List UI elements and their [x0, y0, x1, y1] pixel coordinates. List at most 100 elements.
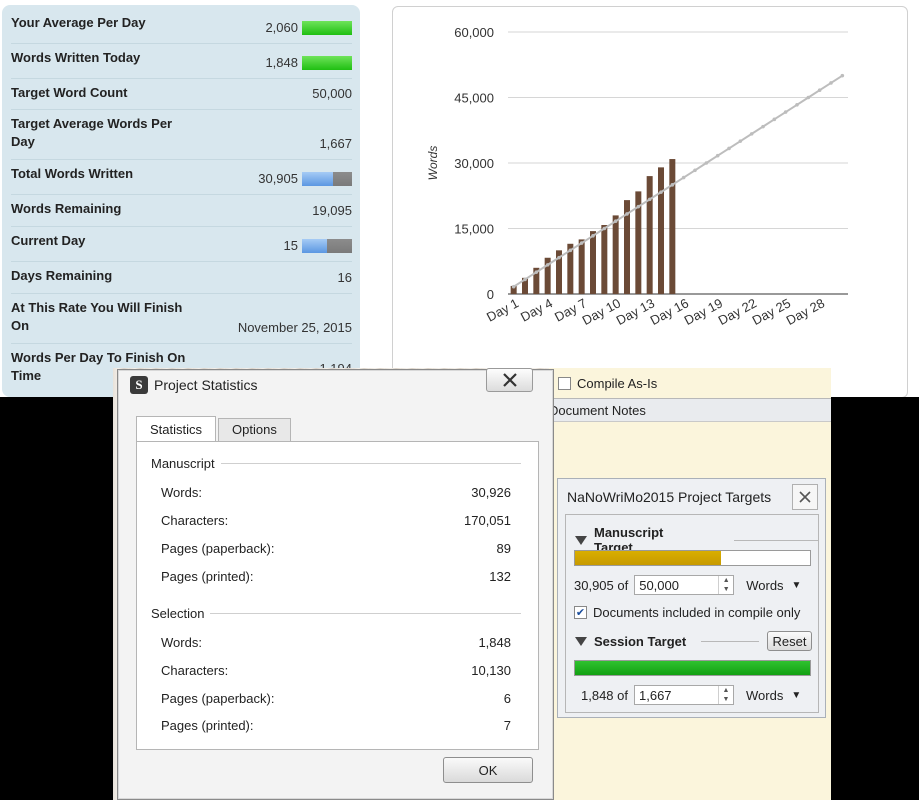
compile-as-is-option[interactable]: Compile As-Is	[558, 376, 657, 391]
target-point	[545, 263, 550, 267]
target-point	[738, 139, 743, 143]
selection-pages-printed-row: Pages (printed): 7	[161, 718, 511, 733]
target-point	[602, 226, 607, 231]
document-notes-header[interactable]: Document Notes	[549, 398, 831, 422]
stat-row: Your Average Per Day 2,060	[11, 9, 352, 44]
compile-only-option[interactable]: ✔ Documents included in compile only	[574, 605, 800, 620]
stat-value: 1,848	[478, 635, 511, 650]
stepper-arrows-icon[interactable]: ▲ ▼	[718, 576, 733, 594]
session-target-value[interactable]: 1,667	[639, 688, 672, 703]
session-progress-bar	[574, 660, 811, 676]
manuscript-target-row: 30,905 of 50,000 ▲ ▼ Words ▼	[574, 575, 801, 595]
stat-value: 30,905	[258, 171, 298, 186]
target-point	[806, 95, 811, 100]
session-target-stepper[interactable]: 1,667 ▲ ▼	[634, 685, 734, 705]
manuscript-target-value[interactable]: 50,000	[639, 578, 679, 593]
target-point	[670, 183, 675, 187]
target-point	[579, 241, 584, 245]
target-point	[704, 161, 709, 165]
y-tick-label: 30,000	[454, 156, 494, 171]
x-tick-label: Day 13	[614, 295, 657, 328]
stat-row: At This Rate You Will Finish On November …	[11, 294, 352, 344]
x-tick-label: Day 16	[648, 295, 691, 328]
chart-bar	[590, 231, 596, 294]
target-point	[772, 117, 777, 122]
stat-progress-fill	[302, 171, 333, 186]
disclosure-triangle-icon[interactable]	[575, 637, 587, 646]
stat-value-cell: 15	[284, 238, 352, 261]
target-point	[613, 219, 618, 224]
manuscript-characters-row: Characters: 170,051	[161, 513, 511, 528]
stat-label: Pages (printed):	[161, 569, 254, 584]
scrivener-logo-icon: S	[130, 376, 148, 394]
session-target-header[interactable]: Session Target	[575, 634, 760, 649]
reset-button[interactable]: Reset	[767, 631, 812, 651]
stat-value-cell: 19,095	[312, 203, 352, 226]
unit-label: Words	[746, 687, 784, 703]
manuscript-target-stepper[interactable]: 50,000 ▲ ▼	[634, 575, 735, 595]
y-tick-label: 0	[487, 287, 494, 302]
target-point	[625, 212, 629, 216]
stat-progress-bar	[302, 55, 352, 70]
stat-value-cell: 16	[338, 270, 352, 293]
close-icon	[502, 373, 517, 387]
target-point	[591, 233, 595, 238]
stat-label: Words Remaining	[11, 201, 122, 216]
disclosure-triangle-icon[interactable]	[575, 535, 587, 545]
document-notes-label: Document Notes	[549, 403, 646, 418]
stat-value-cell: November 25, 2015	[238, 320, 352, 343]
stepper-arrows-icon[interactable]: ▲ ▼	[718, 686, 733, 704]
y-axis-label: Words	[426, 146, 440, 181]
chart-bar	[658, 167, 664, 294]
manuscript-pages-printed-row: Pages (printed): 132	[161, 569, 511, 584]
target-line	[513, 74, 843, 288]
stat-value: 19,095	[312, 203, 352, 218]
target-point	[511, 284, 516, 289]
stat-progress-bar	[302, 20, 352, 35]
stat-row: Words Written Today 1,848	[11, 44, 352, 79]
stat-label: Target Average Words Per Day	[11, 116, 173, 149]
stat-row: Current Day 15	[11, 227, 352, 262]
close-icon	[799, 491, 811, 503]
stat-label: Pages (paperback):	[161, 691, 275, 706]
x-tick-label: Day 10	[580, 295, 623, 328]
selection-group-label: Selection	[151, 606, 205, 621]
stat-label: Words:	[161, 635, 202, 650]
x-tick-label: Day 4	[518, 295, 555, 324]
session-target-label: Session Target	[594, 634, 687, 649]
target-point	[817, 88, 822, 93]
compile-only-checkbox[interactable]: ✔	[574, 606, 587, 619]
target-point	[681, 175, 686, 180]
session-unit-dropdown[interactable]: Words ▼	[746, 688, 801, 703]
stat-row: Target Average Words Per Day 1,667	[11, 110, 352, 160]
chart-bar	[669, 159, 676, 294]
stat-label: Your Average Per Day	[11, 15, 146, 30]
compile-as-is-checkbox[interactable]	[558, 377, 571, 390]
targets-close-button[interactable]	[792, 484, 818, 510]
stat-value: 170,051	[464, 513, 511, 528]
target-point	[795, 102, 799, 107]
chart-bar	[646, 176, 653, 294]
x-tick-label: Day 28	[784, 295, 827, 328]
dropdown-arrow-icon: ▼	[791, 579, 802, 591]
targets-body: Manuscript Target 30,905 of 50,000 ▲ ▼ Wo…	[565, 514, 819, 713]
manuscript-unit-dropdown[interactable]: Words ▼	[746, 578, 801, 593]
tab-statistics[interactable]: Statistics	[136, 416, 217, 441]
stat-row: Total Words Written 30,905	[11, 160, 352, 195]
tab-options[interactable]: Options	[218, 418, 291, 443]
stat-label: Characters:	[161, 513, 229, 528]
stat-value: 15	[283, 238, 298, 253]
stat-value: 16	[337, 270, 352, 285]
target-point	[557, 255, 561, 260]
y-tick-label: 45,000	[454, 91, 494, 106]
stat-label: Pages (paperback):	[161, 541, 275, 556]
dialog-titlebar: S Project Statistics	[130, 376, 257, 394]
stat-value: 132	[489, 569, 511, 584]
stat-progress-fill	[302, 238, 327, 253]
dialog-close-button[interactable]	[486, 368, 533, 392]
x-tick-label: Day 22	[716, 295, 759, 328]
stat-value: 6	[503, 691, 511, 706]
target-point	[727, 146, 731, 151]
targets-title: NaNoWriMo2015 Project Targets	[567, 489, 772, 505]
ok-button[interactable]: OK	[443, 757, 533, 783]
